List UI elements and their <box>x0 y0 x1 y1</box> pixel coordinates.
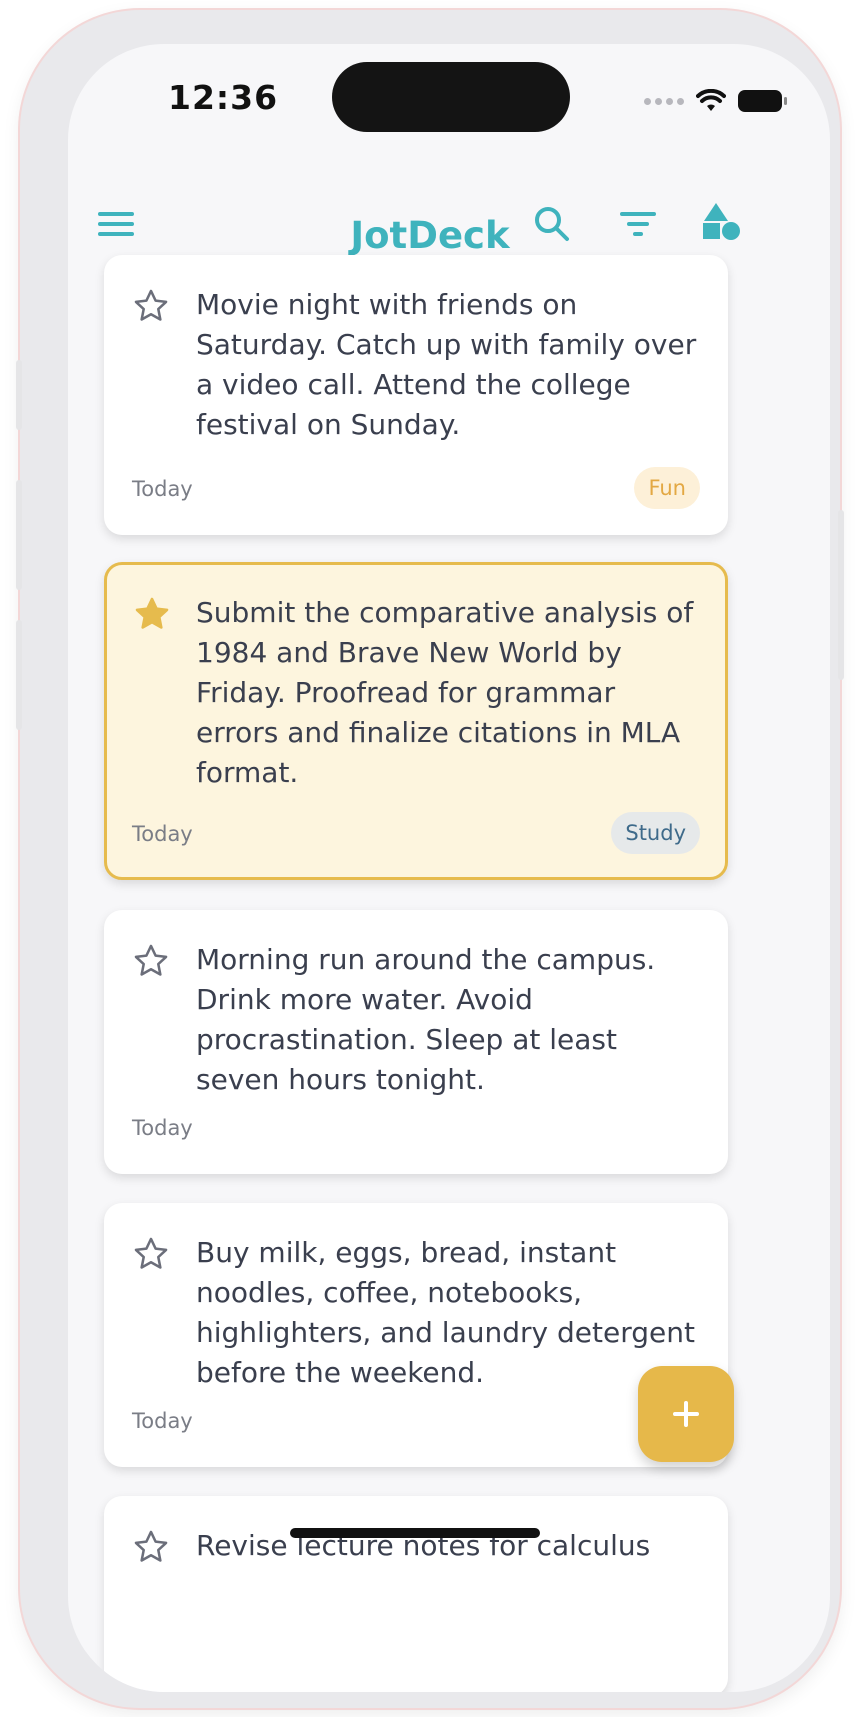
hamburger-menu-icon <box>98 212 134 236</box>
categories-button[interactable] <box>700 200 742 242</box>
note-date: Today <box>132 1116 193 1140</box>
note-card[interactable]: Buy milk, eggs, bread, instant noodles, … <box>104 1203 728 1467</box>
status-time: 12:36 <box>168 78 279 117</box>
note-card[interactable]: Revise lecture notes for calculus <box>104 1496 728 1692</box>
cellular-signal-icon <box>644 97 684 105</box>
note-date: Today <box>132 822 193 846</box>
search-icon <box>535 207 569 241</box>
star-outline-icon[interactable] <box>132 1235 170 1273</box>
note-tag: Fun <box>634 467 700 509</box>
power-button <box>838 510 844 680</box>
search-button[interactable] <box>532 202 572 246</box>
note-card[interactable]: Morning run around the campus. Drink mor… <box>104 910 728 1174</box>
note-text: Submit the comparative analysis of 1984 … <box>196 596 694 789</box>
volume-up-button <box>16 480 22 590</box>
note-card[interactable]: Movie night with friends on Saturday. Ca… <box>104 255 728 535</box>
note-text: Movie night with friends on Saturday. Ca… <box>196 288 697 441</box>
note-text: Buy milk, eggs, bread, instant noodles, … <box>196 1236 695 1389</box>
filter-button[interactable] <box>616 206 660 242</box>
filter-icon <box>620 212 656 236</box>
phone-frame: 12:36 JotDeck Movie night with friends o… <box>16 10 844 1708</box>
app-title: JotDeck <box>350 214 510 257</box>
star-outline-icon[interactable] <box>132 287 170 325</box>
shapes-icon <box>703 203 740 240</box>
volume-down-button <box>16 620 22 730</box>
plus-icon <box>673 1401 699 1427</box>
menu-button[interactable] <box>96 204 136 244</box>
note-text: Morning run around the campus. Drink mor… <box>196 943 656 1096</box>
screen: 12:36 JotDeck Movie night with friends o… <box>68 44 830 1692</box>
add-note-button[interactable] <box>638 1366 734 1462</box>
note-date: Today <box>132 477 193 501</box>
star-filled-icon[interactable] <box>133 595 171 633</box>
home-indicator[interactable] <box>290 1528 540 1538</box>
note-tag: Study <box>611 812 700 854</box>
note-date: Today <box>132 1409 193 1433</box>
battery-icon <box>738 90 787 112</box>
star-outline-icon[interactable] <box>132 1528 170 1566</box>
star-outline-icon[interactable] <box>132 942 170 980</box>
status-icons <box>644 86 787 116</box>
wifi-icon <box>696 89 726 111</box>
mute-switch <box>16 360 22 430</box>
dynamic-island <box>332 62 570 132</box>
note-card-favorite[interactable]: Submit the comparative analysis of 1984 … <box>104 562 728 880</box>
